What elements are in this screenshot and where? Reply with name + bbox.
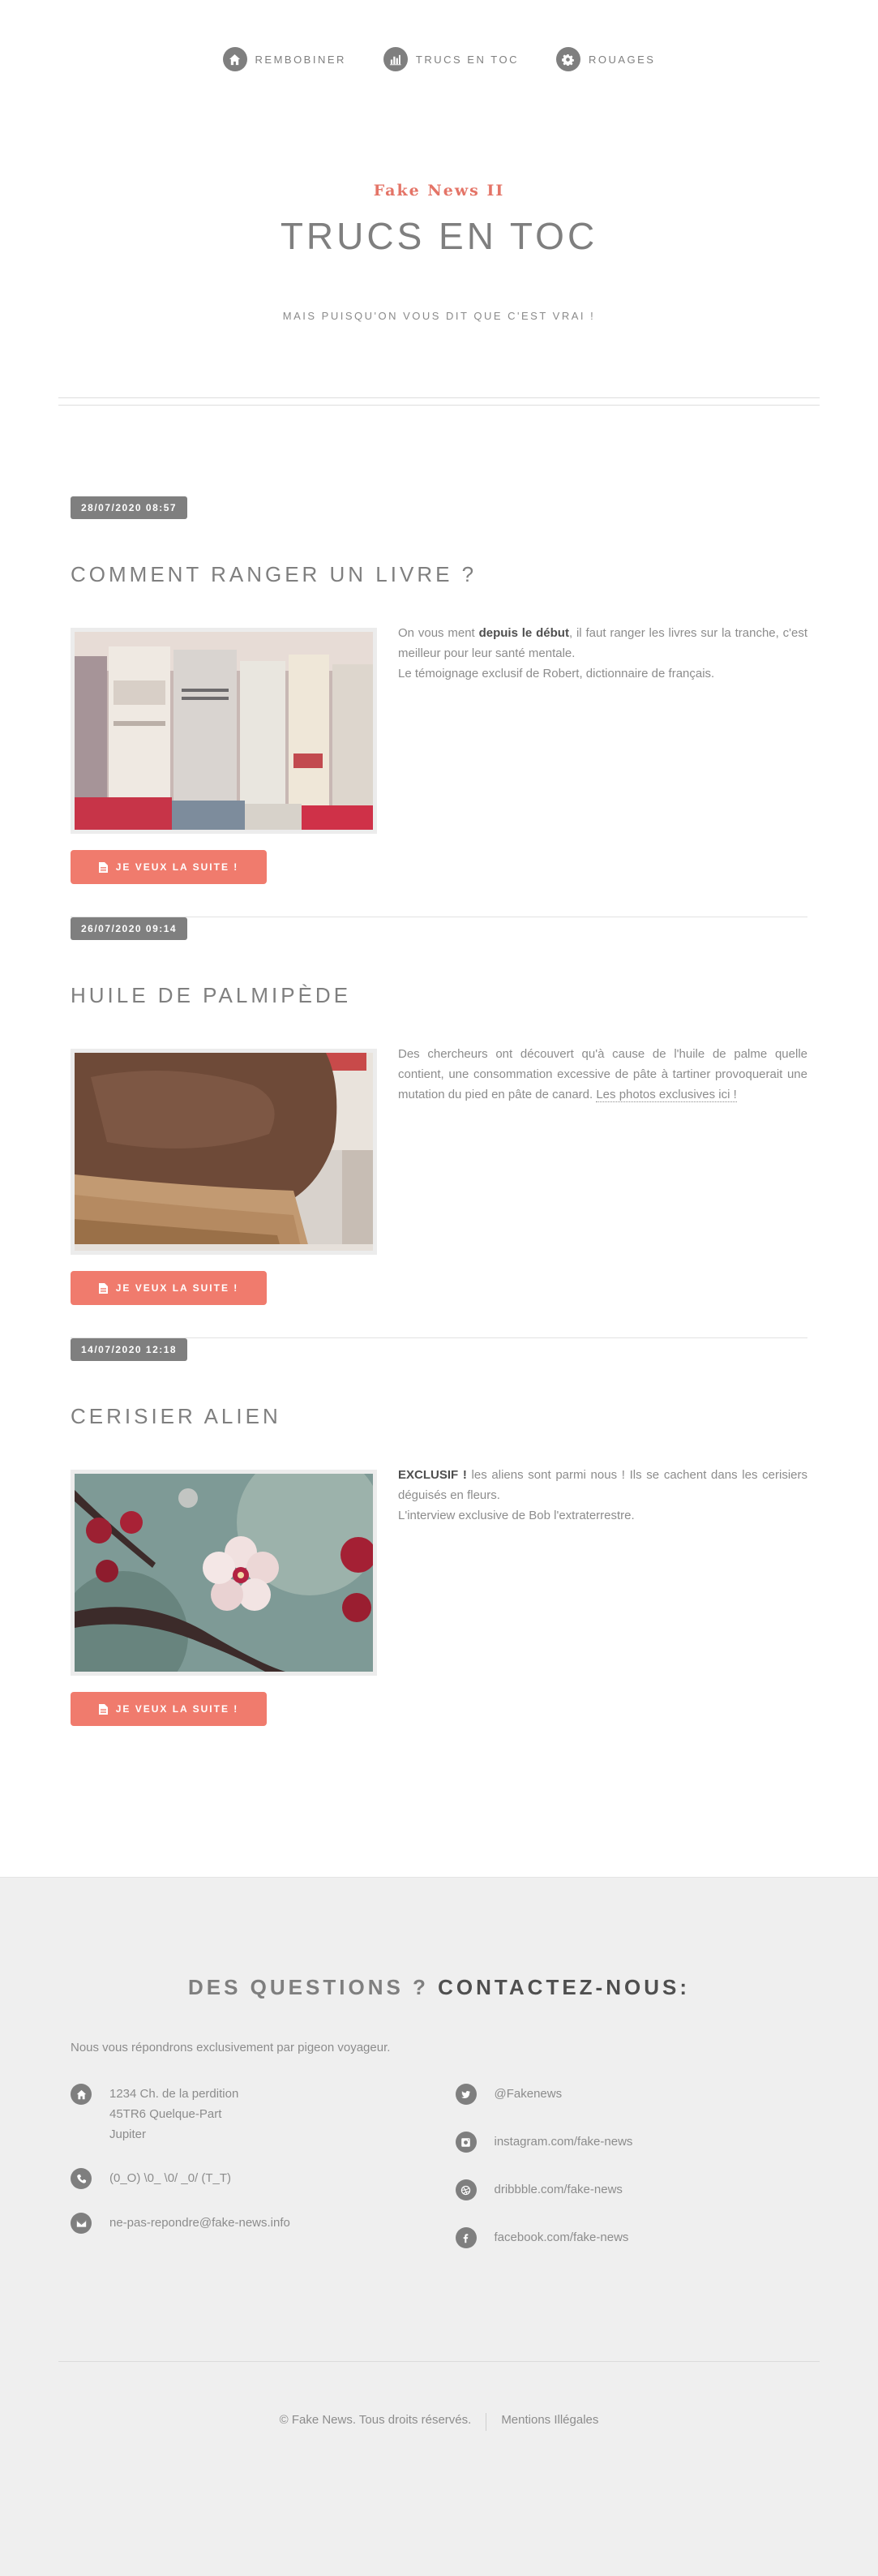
- post-body: On vous ment depuis le début, il faut ra…: [71, 626, 807, 834]
- facebook-icon: [455, 2227, 477, 2248]
- twitter-icon: [455, 2084, 477, 2105]
- social-instagram[interactable]: instagram.com/fake-news: [455, 2132, 808, 2153]
- post-image-chocolate-toast[interactable]: [71, 1049, 377, 1255]
- home-icon: [222, 47, 247, 71]
- exclusive-photos-link[interactable]: Les photos exclusives ici !: [596, 1088, 737, 1102]
- post-body: EXCLUSIF ! les aliens sont parmi nous ! …: [71, 1468, 807, 1676]
- site-subtitle: Fake News II: [373, 182, 505, 200]
- instagram-icon: [455, 2132, 477, 2153]
- page: Rembobiner Trucs en toc Rouages Fake New…: [0, 0, 878, 2576]
- document-icon: [98, 1703, 108, 1715]
- post-date-badge: 14/07/2020 12:18: [71, 1338, 188, 1361]
- top-nav: Rembobiner Trucs en toc Rouages: [0, 0, 878, 122]
- read-more-button[interactable]: JE VEUX LA SUITE !: [71, 1271, 267, 1305]
- legal-link[interactable]: Mentions Illégales: [501, 2413, 598, 2431]
- gear-icon: [555, 47, 580, 71]
- contact-columns: 1234 Ch. de la perdition 45TR6 Quelque-P…: [71, 2084, 808, 2277]
- contact-title: DES QUESTIONS ? CONTACTEZ-NOUS:: [188, 1975, 690, 1999]
- post-image-books[interactable]: [71, 628, 377, 834]
- social-facebook[interactable]: facebook.com/fake-news: [455, 2227, 808, 2248]
- copyright-bar: © Fake News. Tous droits réservés. Menti…: [0, 2413, 878, 2431]
- post-title[interactable]: COMMENT RANGER UN LIVRE ?: [71, 562, 807, 587]
- document-icon: [98, 1282, 108, 1294]
- post-title[interactable]: HUILE DE PALMIPÈDE: [71, 983, 807, 1008]
- post-excerpt: Des chercheurs ont découvert qu'à cause …: [398, 1047, 807, 1102]
- copyright-text: © Fake News. Tous droits réservés.: [279, 2413, 472, 2427]
- post-item: 14/07/2020 12:18 CERISIER ALIEN EXCLUSIF…: [71, 1338, 807, 1758]
- read-more-button[interactable]: JE VEUX LA SUITE !: [71, 1692, 267, 1726]
- nav-item-rouages[interactable]: Rouages: [555, 47, 656, 71]
- post-excerpt: EXCLUSIF ! les aliens sont parmi nous ! …: [398, 1468, 807, 1522]
- post-title[interactable]: CERISIER ALIEN: [71, 1404, 807, 1429]
- social-column: @Fakenews instagram.com/fake-news dribbb…: [423, 2084, 808, 2277]
- social-twitter[interactable]: @Fakenews: [455, 2084, 808, 2105]
- envelope-icon: [71, 2213, 92, 2234]
- nav-item-trucs-en-toc[interactable]: Trucs en toc: [383, 47, 519, 71]
- footer-divider: [58, 2361, 820, 2362]
- social-dribbble[interactable]: dribbble.com/fake-news: [455, 2179, 808, 2200]
- contact-address: 1234 Ch. de la perdition 45TR6 Quelque-P…: [71, 2084, 423, 2145]
- post-excerpt: On vous ment depuis le début, il faut ra…: [398, 626, 808, 680]
- header-divider: [58, 397, 820, 406]
- contact-info-column: 1234 Ch. de la perdition 45TR6 Quelque-P…: [71, 2084, 423, 2277]
- post-item: 28/07/2020 08:57 COMMENT RANGER UN LIVRE…: [71, 496, 807, 917]
- phone-icon: [71, 2168, 92, 2189]
- contact-intro: Nous vous répondrons exclusivement par p…: [71, 2041, 391, 2054]
- site-footer: DES QUESTIONS ? CONTACTEZ-NOUS: Nous vou…: [0, 1877, 878, 2576]
- read-more-button[interactable]: JE VEUX LA SUITE !: [71, 850, 267, 884]
- post-body: Des chercheurs ont découvert qu'à cause …: [71, 1047, 807, 1255]
- contact-phone: (0_O) \0_ \0/ _0/ (T_T): [71, 2168, 423, 2189]
- bar-chart-icon: [383, 47, 408, 71]
- post-date-badge: 26/07/2020 09:14: [71, 917, 188, 940]
- nav-label: Rembobiner: [255, 53, 346, 66]
- contact-email: ne-pas-repondre@fake-news.info: [71, 2213, 423, 2234]
- site-header: Fake News II TRUCS EN TOC MAIS PUISQU'ON…: [0, 122, 878, 397]
- nav-label: Rouages: [588, 53, 656, 66]
- post-image-cherry-blossom[interactable]: [71, 1470, 377, 1676]
- nav-item-rembobiner[interactable]: Rembobiner: [222, 47, 346, 71]
- dribbble-icon: [455, 2179, 477, 2200]
- document-icon: [98, 861, 108, 873]
- site-title: TRUCS EN TOC: [280, 215, 598, 257]
- post-date-badge: 28/07/2020 08:57: [71, 496, 188, 519]
- nav-label: Trucs en toc: [415, 53, 519, 66]
- post-item: 26/07/2020 09:14 HUILE DE PALMIPÈDE Des …: [71, 917, 807, 1337]
- posts-list: 28/07/2020 08:57 COMMENT RANGER UN LIVRE…: [0, 406, 878, 1758]
- site-tagline: MAIS PUISQU'ON VOUS DIT QUE C'EST VRAI !: [282, 310, 596, 322]
- home-icon: [71, 2084, 92, 2105]
